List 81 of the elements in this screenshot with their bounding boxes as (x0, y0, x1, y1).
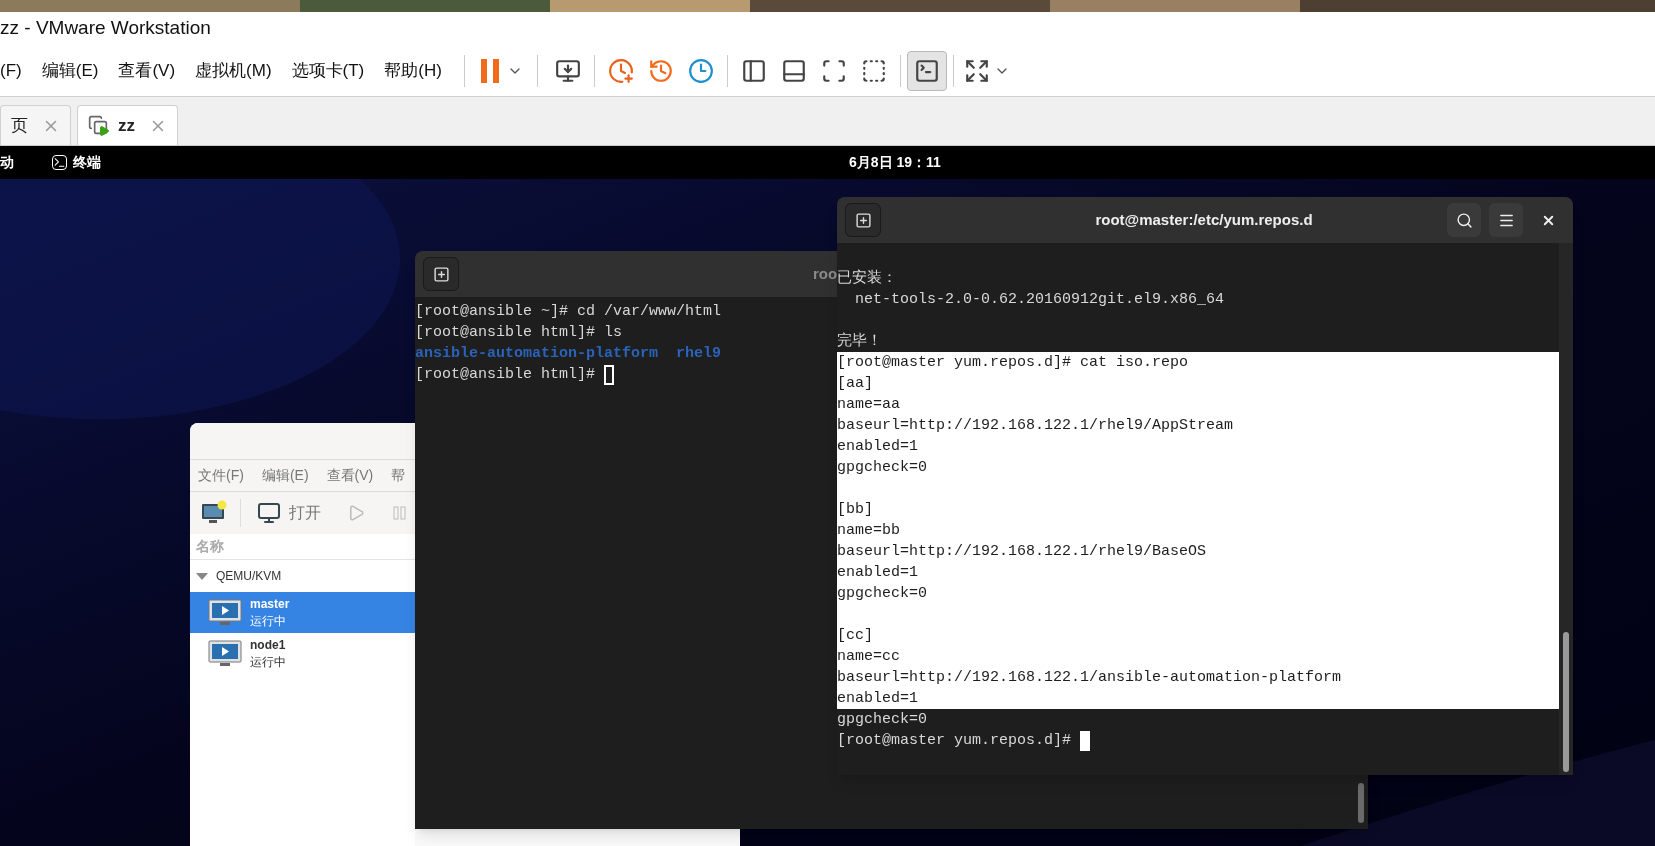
terminal-line: name=bb (837, 521, 900, 541)
new-vm-icon (200, 500, 228, 526)
dashed-square-icon (860, 57, 887, 84)
vm-name: node1 (250, 636, 286, 654)
vm-tab-icon (88, 114, 110, 137)
terminal-line: baseurl=http://192.168.122.1/rhel9/BaseOS (837, 542, 1207, 562)
tab[interactable]: zz (77, 105, 178, 145)
vm-row[interactable]: node1 运行中 (190, 633, 415, 674)
terminal-line: [root@ansible ~]# cd /var/www/html (415, 302, 722, 322)
vm-status: 运行中 (250, 612, 287, 630)
expand-icon (963, 57, 990, 84)
terminal-line: 已安装： (837, 268, 897, 289)
menu-item[interactable]: 文件(F) (198, 465, 244, 486)
scrollbar-thumb[interactable] (1358, 783, 1364, 823)
terminal-icon (913, 57, 940, 84)
menu-button[interactable] (1489, 203, 1523, 237)
vm-name: master (250, 595, 290, 613)
pause-icon (393, 506, 407, 520)
panel-bottom-icon (780, 57, 807, 84)
clock-plus-icon (607, 57, 634, 84)
search-button[interactable] (1447, 203, 1481, 237)
console-view-button[interactable] (906, 50, 947, 91)
terminal-line: [root@ansible html]# ls (415, 323, 623, 343)
terminal-line: ansible-automation-platform rhel9 (415, 344, 722, 364)
play-icon (347, 504, 365, 522)
terminal-line: [bb] (837, 500, 873, 520)
clock[interactable]: 6月8日 19：11 (849, 152, 941, 173)
new-tab-icon (432, 265, 450, 283)
menu-item[interactable]: 帮助(H) (384, 57, 442, 84)
terminal-line: gpgcheck=0 (837, 458, 927, 478)
terminal-line: net-tools-2.0-0.62.20160912git.el9.x86_64 (854, 290, 1225, 310)
terminal-line: name=cc (837, 647, 900, 667)
new-tab-icon (854, 211, 872, 229)
terminal-title: roo (813, 263, 838, 282)
tab[interactable]: 页 (0, 105, 71, 145)
menu-item[interactable]: 查看(V) (326, 465, 374, 486)
terminal-icon (52, 155, 67, 170)
terminal-line: [root@master yum.repos.d]# (837, 731, 1073, 751)
monitor-down-icon (554, 57, 581, 84)
terminal-title: root@master:/etc/yum.repos.d (1095, 209, 1313, 230)
tab-label: zz (118, 114, 135, 137)
vm-monitor-icon (208, 638, 242, 669)
tree-group[interactable]: QEMU/KVM (190, 560, 415, 592)
vm-status: 运行中 (250, 653, 286, 671)
new-tab-button[interactable] (423, 257, 459, 291)
menu-item[interactable]: 编辑(E) (41, 57, 99, 84)
menu-item[interactable]: 选项卡(T) (291, 57, 365, 84)
fullscreen-icon (820, 57, 847, 84)
terminal-line: enabled=1 (837, 689, 918, 709)
terminal-line: gpgcheck=0 (837, 710, 927, 730)
terminal-line: enabled=1 (837, 437, 918, 457)
app-menu[interactable]: 终端 (73, 152, 849, 173)
activities-button[interactable]: 动 (0, 152, 52, 173)
new-tab-button[interactable] (845, 203, 881, 237)
menu-item[interactable]: 编辑(E) (261, 465, 309, 486)
open-button[interactable]: 打开 (253, 501, 325, 525)
terminal-line: 完毕！ (837, 331, 882, 352)
clock-icon (687, 57, 714, 84)
search-icon (1455, 211, 1473, 229)
terminal-line: name=aa (837, 395, 900, 415)
menu-item[interactable]: (F) (0, 57, 22, 84)
menu-item[interactable]: 虚拟机(M) (195, 57, 272, 84)
pause-icon (478, 56, 501, 85)
terminal-line: [root@master yum.repos.d]# cat iso.repo (837, 353, 1189, 373)
terminal-line: [root@ansible html]# (415, 365, 597, 385)
monitor-icon (257, 501, 281, 525)
terminal-line: baseurl=http://192.168.122.1/rhel9/AppStream (837, 416, 1234, 436)
history-icon (647, 57, 674, 84)
vm-monitor-icon (208, 597, 242, 628)
panel-left-icon (740, 57, 767, 84)
terminal-line: baseurl=http://192.168.122.1/ansible-automation-platform (837, 668, 1342, 688)
scrollbar[interactable] (1559, 243, 1573, 775)
window-title: zz - VMware Workstation (0, 16, 211, 41)
menu-item[interactable]: 帮 (391, 465, 406, 486)
terminal-line: gpgcheck=0 (837, 584, 927, 604)
terminal-line: [aa] (837, 374, 873, 394)
terminal-line: [cc] (837, 626, 873, 646)
menu-item[interactable]: 查看(V) (118, 57, 176, 84)
tab-label: 页 (11, 114, 28, 137)
terminal-line: enabled=1 (837, 563, 918, 583)
vm-row[interactable]: master 运行中 (190, 592, 415, 633)
